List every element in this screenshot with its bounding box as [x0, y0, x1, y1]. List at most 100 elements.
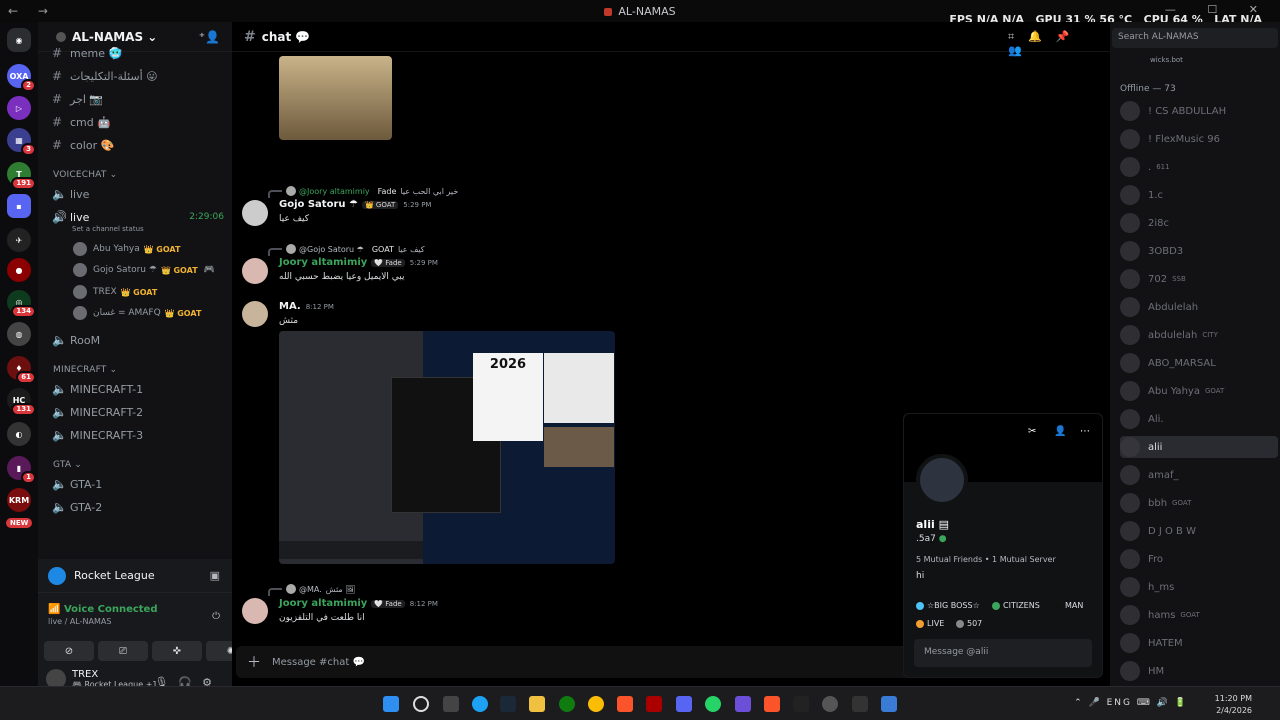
voice-user[interactable]: Gojo Satoru ☂ 👑 GOAT 🎮 — [73, 261, 215, 279]
mutual-info[interactable]: 5 Mutual Friends • 1 Mutual Server — [916, 555, 1056, 564]
folder-icon[interactable]: ▪ — [7, 194, 31, 218]
activity-panel[interactable]: Rocket League ▣ — [38, 559, 232, 593]
server-icon[interactable]: ▦ 3 — [7, 128, 36, 156]
reply-preview[interactable]: @MA. مثش 🖼 — [268, 582, 355, 596]
system-tray[interactable]: ⌃ 🎤 ENG ⌨ 🔊 🔋 — [1074, 698, 1188, 708]
server-icon[interactable]: KRM — [7, 488, 31, 512]
server-icon[interactable]: ▷ — [7, 96, 31, 120]
discord-icon[interactable] — [676, 696, 692, 712]
member-item[interactable]: Ali. — [1120, 408, 1278, 430]
server-icon[interactable]: ♦ 61 — [7, 356, 36, 384]
app-icon[interactable] — [822, 696, 838, 712]
discord-home-icon[interactable]: ◉ — [7, 28, 31, 52]
invite-icon[interactable]: ⁺👤 — [199, 30, 220, 44]
server-icon[interactable]: ◐ — [7, 422, 31, 446]
chrome-icon[interactable] — [588, 696, 604, 712]
search-input[interactable]: Search AL-NAMAS — [1112, 28, 1278, 48]
member-item[interactable]: . 611 — [1120, 156, 1278, 178]
xbox-icon[interactable] — [559, 696, 575, 712]
server-icon[interactable]: ◍ — [7, 322, 31, 346]
member-item[interactable]: 2i8c — [1120, 212, 1278, 234]
windows-start-icon[interactable] — [383, 696, 399, 712]
server-icon[interactable]: HC 131 — [7, 388, 36, 416]
profile-message-input[interactable]: Message @alii — [914, 639, 1092, 667]
voice-channel[interactable]: 🔈 live — [52, 185, 224, 203]
member-item[interactable]: HM — [1120, 660, 1278, 682]
screen-share-button[interactable]: ⎚ — [98, 641, 148, 661]
app-icon[interactable] — [881, 696, 897, 712]
member-item[interactable]: amaf_ — [1120, 464, 1278, 486]
category-minecraft[interactable]: MINECRAFT ⌄ — [53, 365, 117, 375]
app-icon[interactable] — [735, 696, 751, 712]
avatar[interactable] — [242, 258, 268, 284]
app-icon[interactable] — [646, 696, 662, 712]
category-voicechat[interactable]: VOICECHAT ⌄ — [53, 170, 117, 180]
profile-avatar[interactable] — [916, 454, 968, 506]
category-gta[interactable]: GTA ⌄ — [53, 460, 82, 470]
member-item[interactable]: ABO_MARSAL — [1120, 352, 1278, 374]
member-item[interactable]: ! FlexMusic 96 — [1120, 128, 1278, 150]
member-item[interactable]: hams GOAT — [1120, 604, 1278, 626]
member-item[interactable]: Abdulelah — [1120, 296, 1278, 318]
server-icon[interactable]: T 191 — [7, 162, 36, 190]
channel-status[interactable]: Set a channel status — [72, 225, 144, 233]
image-attachment[interactable] — [279, 56, 392, 140]
reply-preview[interactable]: @Gojo Satoru ☂ GOAT كيف عيا — [268, 242, 425, 256]
member-item[interactable]: abdulelah CITY — [1120, 324, 1278, 346]
clock[interactable]: 11:20 PM 2/4/2026 — [1215, 693, 1252, 717]
plus-icon[interactable]: ＋ — [236, 652, 272, 672]
voice-channel[interactable]: 🔈 MINECRAFT-3 — [52, 426, 224, 444]
search-icon[interactable] — [413, 696, 429, 712]
voice-user[interactable]: غسان = AMAFQ 👑 GOAT — [73, 304, 201, 322]
voice-user[interactable]: Abu Yahya 👑 GOAT — [73, 240, 180, 258]
voice-channel[interactable]: 🔈 GTA-2 — [52, 498, 224, 516]
member-item[interactable]: 702 SSB — [1120, 268, 1278, 290]
server-icon[interactable]: OXA 2 — [7, 64, 36, 92]
server-icon[interactable]: ✈ — [7, 228, 31, 252]
voice-channel-active[interactable]: 🔊 live 2:29:06 — [52, 208, 224, 226]
app-icon[interactable] — [852, 696, 868, 712]
camera-off-button[interactable]: ⊘ — [44, 641, 94, 661]
steam-icon[interactable] — [500, 696, 516, 712]
channel-item[interactable]: # meme 🥶 — [52, 44, 224, 62]
brave-icon[interactable] — [764, 696, 780, 712]
avatar[interactable] — [242, 200, 268, 226]
avatar[interactable] — [242, 301, 268, 327]
member-item[interactable]: bbh GOAT — [1120, 492, 1278, 514]
member-top[interactable]: wicks.bot — [1150, 56, 1183, 64]
member-item[interactable]: Abu Yahya GOAT — [1120, 380, 1278, 402]
avatar[interactable] — [242, 598, 268, 624]
task-view-icon[interactable] — [443, 696, 459, 712]
nav-arrows[interactable]: ← → — [8, 4, 56, 18]
disconnect-icon[interactable]: ⏻ — [212, 611, 220, 622]
voice-channel[interactable]: 🔈 RooM — [52, 331, 224, 349]
header-icons[interactable]: ⌗🔔📌 👥 — [1008, 30, 1110, 57]
brave-icon[interactable] — [617, 696, 633, 712]
member-item[interactable]: Fro — [1120, 548, 1278, 570]
folder-icon[interactable] — [529, 696, 545, 712]
voice-channel[interactable]: 🔈 MINECRAFT-2 — [52, 403, 224, 421]
activities-button[interactable]: ✜ — [152, 641, 202, 661]
image-attachment[interactable]: 2026 — [279, 331, 615, 564]
member-item[interactable]: ! CS ABDULLAH — [1120, 100, 1278, 122]
whatsapp-icon[interactable] — [705, 696, 721, 712]
member-item[interactable]: 3OBD3 — [1120, 240, 1278, 262]
server-icon[interactable]: ◎ 134 — [7, 290, 36, 318]
member-item[interactable]: h_ms — [1120, 576, 1278, 598]
voice-channel[interactable]: 🔈 GTA-1 — [52, 475, 224, 493]
channel-item[interactable]: # color 🎨 — [52, 136, 224, 154]
channel-item[interactable]: # اجر 📷 — [52, 90, 224, 108]
member-item[interactable]: alii — [1120, 436, 1278, 458]
member-item[interactable]: D J O B W — [1120, 520, 1278, 542]
voice-status[interactable]: 📶 Voice Connected live / AL-NAMAS — [48, 604, 158, 626]
pin-icon[interactable]: ✂ — [1028, 426, 1036, 437]
server-icon[interactable]: ▮ 1 — [7, 456, 36, 484]
channel-item[interactable]: # cmd 🤖 — [52, 113, 224, 131]
voice-channel[interactable]: 🔈 MINECRAFT-1 — [52, 380, 224, 398]
server-icon[interactable]: ● — [7, 258, 31, 282]
more-icon[interactable]: ⋯ — [1080, 426, 1090, 437]
edge-icon[interactable] — [472, 696, 488, 712]
member-item[interactable]: HATEM — [1120, 632, 1278, 654]
reply-preview[interactable]: @Joory altamimiy Fade خير ابي الحب عيا — [268, 184, 458, 198]
add-friend-icon[interactable]: 👤 — [1054, 426, 1066, 437]
